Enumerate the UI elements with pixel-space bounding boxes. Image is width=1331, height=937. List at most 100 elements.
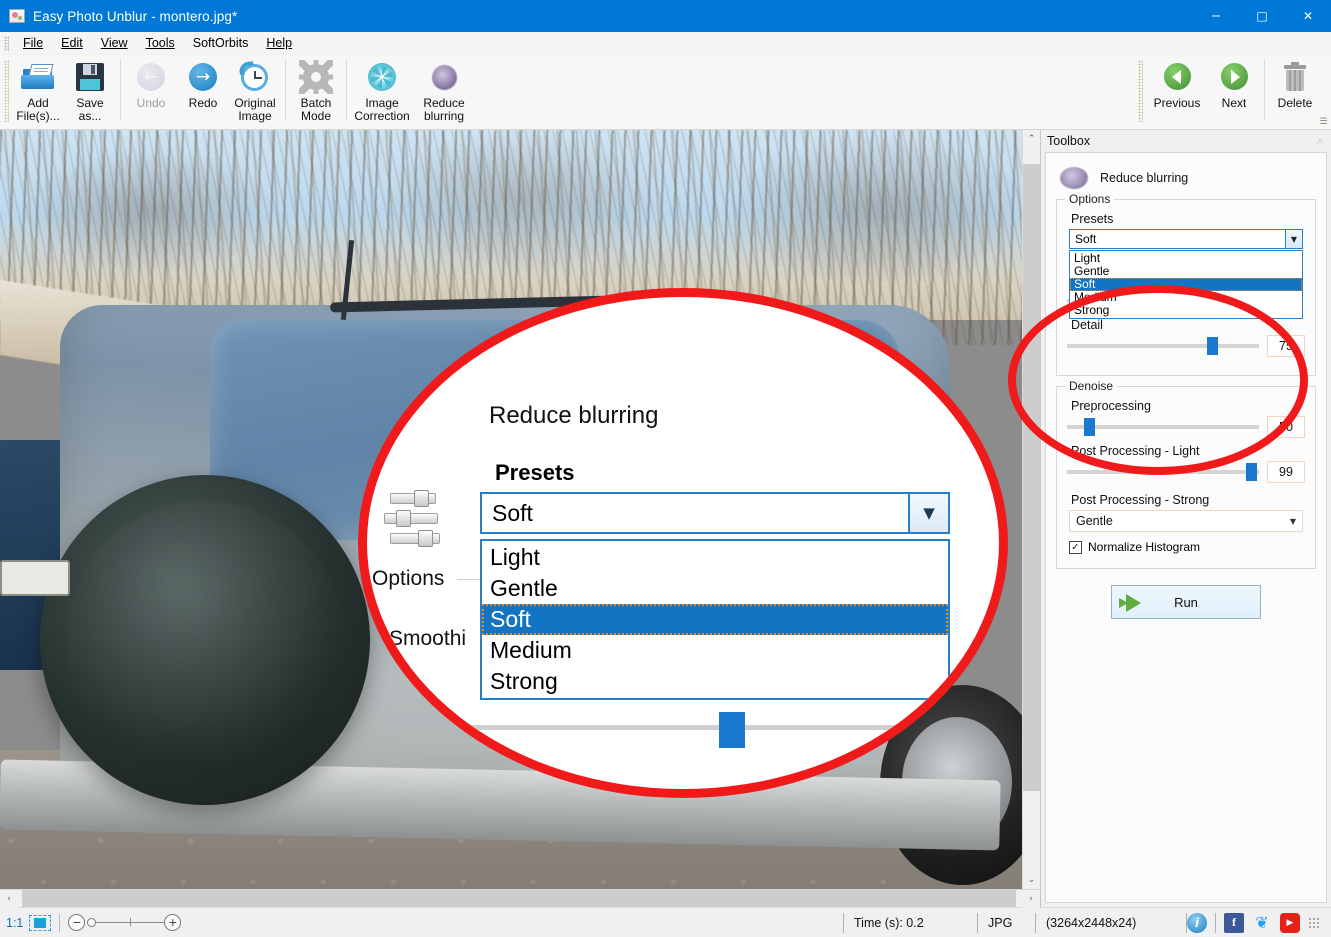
callout-presets-label: Presets: [495, 460, 575, 486]
normalize-histogram-row[interactable]: ✓ Normalize Histogram: [1069, 540, 1305, 554]
image-canvas[interactable]: Reduce blurring Presets Options Smoothi: [0, 130, 1040, 889]
callout-options-label: Options: [372, 567, 444, 591]
callout-presets-dropdown-list[interactable]: Light Gentle Soft Medium Strong: [480, 539, 950, 700]
facebook-icon[interactable]: f: [1224, 913, 1244, 933]
delete-button[interactable]: Delete: [1269, 55, 1321, 125]
menu-tools[interactable]: Tools: [137, 33, 184, 53]
batch-mode-button[interactable]: Batch Mode: [290, 55, 342, 125]
toolbar-separator-2: [285, 59, 286, 121]
canvas-vertical-scrollbar[interactable]: ⌃ ⌄: [1022, 130, 1040, 889]
presets-combobox[interactable]: Soft ▼: [1069, 229, 1303, 249]
denoise-group-legend: Denoise: [1065, 379, 1117, 393]
callout-option-strong[interactable]: Strong: [482, 666, 948, 697]
callout-option-soft[interactable]: Soft: [482, 604, 948, 635]
preprocessing-value[interactable]: 50: [1267, 416, 1305, 438]
callout-presets-combobox[interactable]: Soft ▼: [480, 492, 950, 534]
minimize-button[interactable]: ─: [1193, 0, 1239, 32]
post-processing-light-value[interactable]: 99: [1267, 461, 1305, 483]
post-processing-strong-combobox[interactable]: Gentle ▼: [1069, 510, 1303, 532]
save-as-button[interactable]: Save as...: [64, 55, 116, 125]
zoom-slider-handle[interactable]: [87, 918, 96, 927]
redo-button[interactable]: → Redo: [177, 55, 229, 125]
scroll-up-icon[interactable]: ⌃: [1023, 130, 1040, 148]
post-processing-strong-label: Post Processing - Strong: [1071, 493, 1305, 507]
status-time: Time (s): 0.2: [844, 913, 977, 933]
preprocessing-slider-row: 50: [1067, 416, 1305, 438]
detail-slider[interactable]: [1067, 335, 1259, 357]
twitter-icon[interactable]: ❦: [1252, 913, 1272, 933]
add-files-button[interactable]: Add File(s)...: [12, 55, 64, 125]
previous-button[interactable]: Previous: [1146, 55, 1208, 125]
info-icon[interactable]: i: [1187, 913, 1207, 933]
main-toolbar: Add File(s)... Save as... ← Undo → Redo: [0, 55, 1331, 130]
preset-option-strong[interactable]: Strong: [1070, 304, 1302, 317]
reduce-blurring-label-2: blurring: [424, 110, 464, 123]
run-button[interactable]: Run: [1111, 585, 1261, 619]
zoom-slider-track[interactable]: [94, 922, 164, 923]
batch-mode-label-2: Mode: [301, 110, 331, 123]
horizontal-scroll-thumb[interactable]: [22, 890, 1016, 907]
presets-dropdown-list[interactable]: Light Gentle Soft Medium Strong: [1069, 250, 1303, 319]
detail-slider-track: [1067, 344, 1259, 348]
toolbar-grip-handle[interactable]: [4, 60, 9, 122]
image-correction-button[interactable]: Image Correction: [351, 55, 413, 125]
callout-option-gentle[interactable]: Gentle: [482, 573, 948, 604]
presets-chevron-down-icon[interactable]: ▼: [1285, 230, 1302, 248]
toolbar-right-grip[interactable]: [1138, 60, 1143, 122]
post-processing-light-slider-thumb[interactable]: [1246, 463, 1257, 481]
preset-option-gentle[interactable]: Gentle: [1070, 265, 1302, 278]
vertical-scroll-track[interactable]: [1023, 148, 1040, 871]
image-correction-star-icon: [365, 60, 399, 94]
zoom-ratio-label: 1:1: [6, 916, 23, 930]
zoom-slider-control[interactable]: − +: [68, 914, 181, 931]
callout-option-medium[interactable]: Medium: [482, 635, 948, 666]
normalize-histogram-checkbox[interactable]: ✓: [1069, 541, 1082, 554]
maximize-button[interactable]: □: [1239, 0, 1285, 32]
preprocessing-slider-thumb[interactable]: [1084, 418, 1095, 436]
original-image-button[interactable]: Original Image: [229, 55, 281, 125]
reduce-blurring-blob-icon: [427, 60, 461, 94]
scroll-down-icon[interactable]: ⌄: [1023, 871, 1040, 889]
batch-mode-gear-icon: [299, 60, 333, 94]
callout-option-light[interactable]: Light: [482, 542, 948, 573]
scroll-right-icon[interactable]: ›: [1022, 890, 1040, 908]
scroll-left-icon[interactable]: ‹: [0, 890, 18, 908]
horizontal-scroll-track[interactable]: [18, 890, 1022, 907]
undo-button[interactable]: ← Undo: [125, 55, 177, 125]
toolbar-expander-icon[interactable]: ☰: [1318, 116, 1329, 127]
post-processing-light-slider[interactable]: [1067, 461, 1259, 483]
detail-value[interactable]: 75: [1267, 335, 1305, 357]
menu-grip-handle[interactable]: [4, 36, 9, 51]
options-group-legend: Options: [1065, 192, 1114, 206]
menu-file[interactable]: File: [14, 33, 52, 53]
reduce-blurring-button[interactable]: Reduce blurring: [413, 55, 475, 125]
next-button[interactable]: Next: [1208, 55, 1260, 125]
vertical-scroll-thumb[interactable]: [1023, 164, 1040, 791]
redo-arrow-icon: →: [186, 60, 220, 94]
detail-slider-thumb[interactable]: [1207, 337, 1218, 355]
menu-softorbits[interactable]: SoftOrbits: [184, 33, 258, 53]
preprocessing-slider[interactable]: [1067, 416, 1259, 438]
toolbox-close-icon[interactable]: ✕: [1315, 134, 1325, 148]
detail-label: Detail: [1071, 318, 1305, 332]
resize-grip-icon[interactable]: [1308, 917, 1320, 929]
maximize-icon: □: [1256, 10, 1267, 22]
canvas-horizontal-scrollbar[interactable]: ‹ ›: [0, 889, 1040, 907]
callout-presets-value: Soft: [482, 500, 908, 527]
fit-to-window-icon[interactable]: [29, 915, 51, 931]
menu-view[interactable]: View: [92, 33, 137, 53]
menu-edit-label: Edit: [61, 36, 83, 50]
menu-edit[interactable]: Edit: [52, 33, 92, 53]
callout-slider-thumb[interactable]: [719, 712, 745, 748]
post-processing-strong-chevron-down-icon[interactable]: ▼: [1290, 517, 1296, 526]
zoom-in-button[interactable]: +: [164, 914, 181, 931]
close-button[interactable]: ✕: [1285, 0, 1331, 32]
zoom-out-button[interactable]: −: [68, 914, 85, 931]
youtube-icon[interactable]: ▶: [1280, 913, 1300, 933]
menu-help-label: Help: [266, 36, 292, 50]
close-icon: ✕: [1303, 10, 1313, 22]
normalize-histogram-label: Normalize Histogram: [1088, 540, 1200, 554]
menu-help[interactable]: Help: [257, 33, 301, 53]
callout-chevron-down-icon[interactable]: ▼: [908, 494, 948, 532]
toolbar-right-group: Previous Next Delete: [1134, 55, 1331, 125]
